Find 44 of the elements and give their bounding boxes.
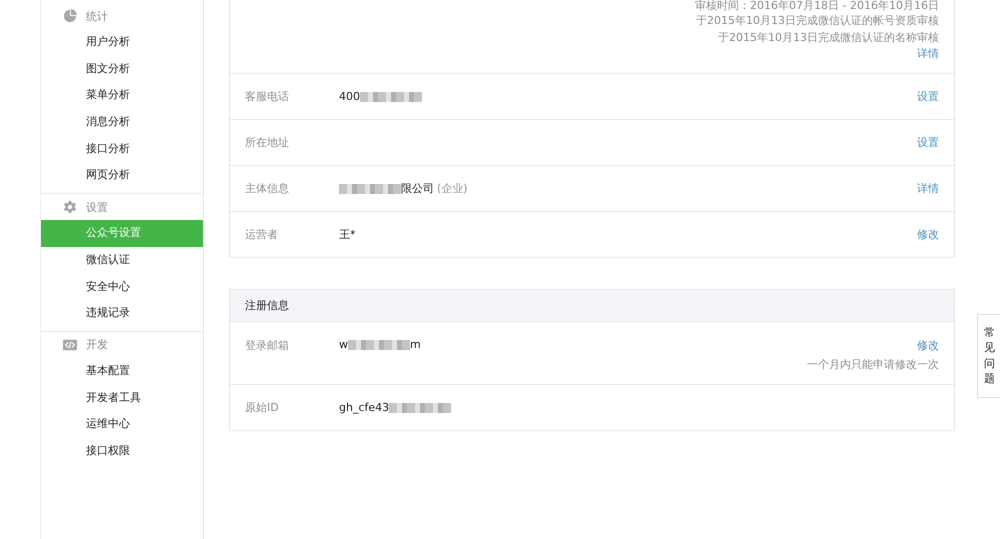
sidebar-item[interactable]: 网页分析	[41, 162, 203, 190]
verification-note: 于2015年10月13日完成微信认证的名称审核	[718, 30, 939, 46]
field-value: 王*	[339, 227, 356, 242]
sidebar-section-title: 设置	[86, 200, 108, 215]
field-value: gh_cfe43	[339, 401, 390, 414]
pie-chart-icon	[63, 9, 77, 23]
row-action-link[interactable]: 详情	[917, 181, 939, 196]
faq-tab[interactable]: 常见问题	[977, 314, 1000, 398]
field-label: 原始ID	[245, 400, 280, 415]
sidebar-item[interactable]: 消息分析	[41, 109, 203, 136]
sidebar-item[interactable]: 安全中心	[41, 274, 203, 300]
sidebar-item[interactable]: 接口权限	[41, 438, 203, 465]
row-action-link[interactable]: 设置	[917, 135, 939, 150]
panel-title: 注册信息	[245, 298, 289, 313]
sidebar-item[interactable]: 微信认证	[41, 246, 203, 274]
field-value: m	[410, 338, 421, 351]
field-value: 400	[339, 90, 360, 103]
field-label: 主体信息	[245, 181, 290, 196]
sidebar-item[interactable]: 基本配置	[41, 358, 203, 385]
field-label: 登录邮箱	[245, 338, 290, 353]
sidebar-item[interactable]: 菜单分析	[41, 82, 203, 110]
field-label: 所在地址	[245, 135, 290, 150]
verification-note: 于2015年10月13日完成微信认证的帐号资质审核	[696, 13, 939, 29]
sidebar-item[interactable]: 图文分析	[41, 56, 203, 82]
sidebar-item[interactable]: 用户分析	[41, 29, 203, 56]
sidebar-item[interactable]: 运维中心	[41, 411, 203, 438]
verification-note: 审核时间：2016年07月18日 - 2016年10月16日	[695, 0, 939, 12]
sidebar-section-title: 统计	[86, 8, 108, 24]
details-link[interactable]: 详情	[917, 46, 939, 61]
field-label: 客服电话	[245, 89, 290, 104]
sidebar-item[interactable]: 接口分析	[41, 136, 203, 162]
row-action-link[interactable]: 修改	[917, 338, 939, 353]
field-value: 限公司	[401, 181, 434, 196]
field-value: w	[339, 338, 348, 351]
row-action-link[interactable]: 修改	[917, 227, 939, 242]
sidebar-section-title: 开发	[86, 337, 108, 352]
sidebar-item[interactable]: 违规记录	[41, 300, 203, 327]
entity-type-tag: (企业)	[437, 181, 468, 196]
code-icon	[63, 338, 77, 352]
sidebar-item[interactable]: 开发者工具	[41, 384, 203, 412]
settings-icon	[63, 200, 77, 214]
limit-note: 一个月内只能申请修改一次	[807, 357, 939, 372]
field-label: 运营者	[245, 227, 279, 242]
row-action-link[interactable]: 设置	[917, 89, 939, 104]
